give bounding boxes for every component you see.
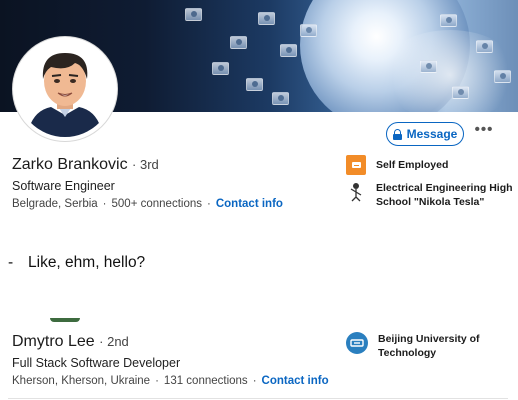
- message-button[interactable]: Message: [386, 122, 464, 146]
- network-tile-icon: [440, 14, 457, 27]
- education-name-line1: Beijing University of: [378, 333, 480, 345]
- profile-name-line: Dmytro Lee · 2nd: [12, 333, 129, 351]
- separator: ·: [155, 375, 159, 387]
- education-name-line2: School "Nikola Tesla": [376, 196, 485, 208]
- profile-location: Belgrade, Serbia: [12, 198, 98, 210]
- avatar[interactable]: [13, 37, 117, 141]
- education-name: Beijing University of Technology: [378, 332, 480, 360]
- profile-name[interactable]: Dmytro Lee: [12, 333, 95, 350]
- caption-body: Like, ehm, hello?: [28, 254, 146, 271]
- contact-info-link[interactable]: Contact info: [262, 375, 329, 387]
- profile-name-line: Zarko Brankovic · 3rd: [12, 156, 159, 174]
- profile-connections[interactable]: 500+ connections: [112, 198, 202, 210]
- separator: ·: [207, 198, 211, 210]
- network-tile-icon: [300, 24, 317, 37]
- briefcase-icon: [346, 155, 366, 175]
- education-name-line2: Technology: [378, 347, 437, 359]
- contact-info-link[interactable]: Contact info: [216, 198, 283, 210]
- connection-degree: · 2nd: [99, 334, 129, 349]
- network-tile-icon: [280, 44, 297, 57]
- profile-meta: Belgrade, Serbia · 500+ connections · Contac…: [12, 198, 283, 210]
- caption-bullet: -: [8, 254, 14, 271]
- avatar[interactable]: [50, 318, 80, 322]
- network-tile-icon: [420, 60, 437, 73]
- education-name: Electrical Engineering High School "Niko…: [376, 181, 513, 209]
- profile-name[interactable]: Zarko Brankovic: [12, 156, 128, 173]
- separator: ·: [102, 198, 107, 210]
- network-tile-icon: [476, 40, 493, 53]
- connection-degree: · 3rd: [132, 157, 159, 172]
- education-name-line1: Electrical Engineering High: [376, 182, 513, 194]
- experience-name: Self Employed: [376, 159, 449, 171]
- separator: ·: [252, 375, 257, 387]
- school-crest-icon: [346, 181, 366, 202]
- profile-location: Kherson, Kherson, Ukraine: [12, 375, 151, 387]
- profile-headline: Software Engineer: [12, 179, 115, 193]
- network-tile-icon: [246, 78, 263, 91]
- avatar-illustration: [17, 41, 113, 137]
- caption-text: - Like, ehm, hello?: [8, 254, 145, 272]
- lock-icon: [392, 128, 402, 140]
- network-tile-icon: [230, 36, 247, 49]
- profile-meta: Kherson, Kherson, Ukraine · 131 connection…: [12, 375, 329, 387]
- network-tile-icon: [452, 86, 469, 99]
- profile-connections[interactable]: 131 connections: [164, 375, 248, 387]
- more-actions-button[interactable]: •••: [474, 122, 494, 142]
- education-entry[interactable]: Beijing University of Technology: [346, 332, 480, 360]
- network-tile-icon: [185, 8, 202, 21]
- network-tile-icon: [212, 62, 229, 75]
- education-entry[interactable]: Electrical Engineering High School "Niko…: [346, 181, 513, 209]
- network-tile-icon: [494, 70, 511, 83]
- experience-entry[interactable]: Self Employed: [346, 155, 448, 175]
- profile-headline: Full Stack Software Developer: [12, 356, 181, 370]
- network-tile-icon: [272, 92, 289, 105]
- network-tile-icon: [258, 12, 275, 25]
- university-seal-icon: [346, 332, 368, 354]
- divider: [8, 398, 508, 399]
- message-button-label: Message: [406, 127, 458, 141]
